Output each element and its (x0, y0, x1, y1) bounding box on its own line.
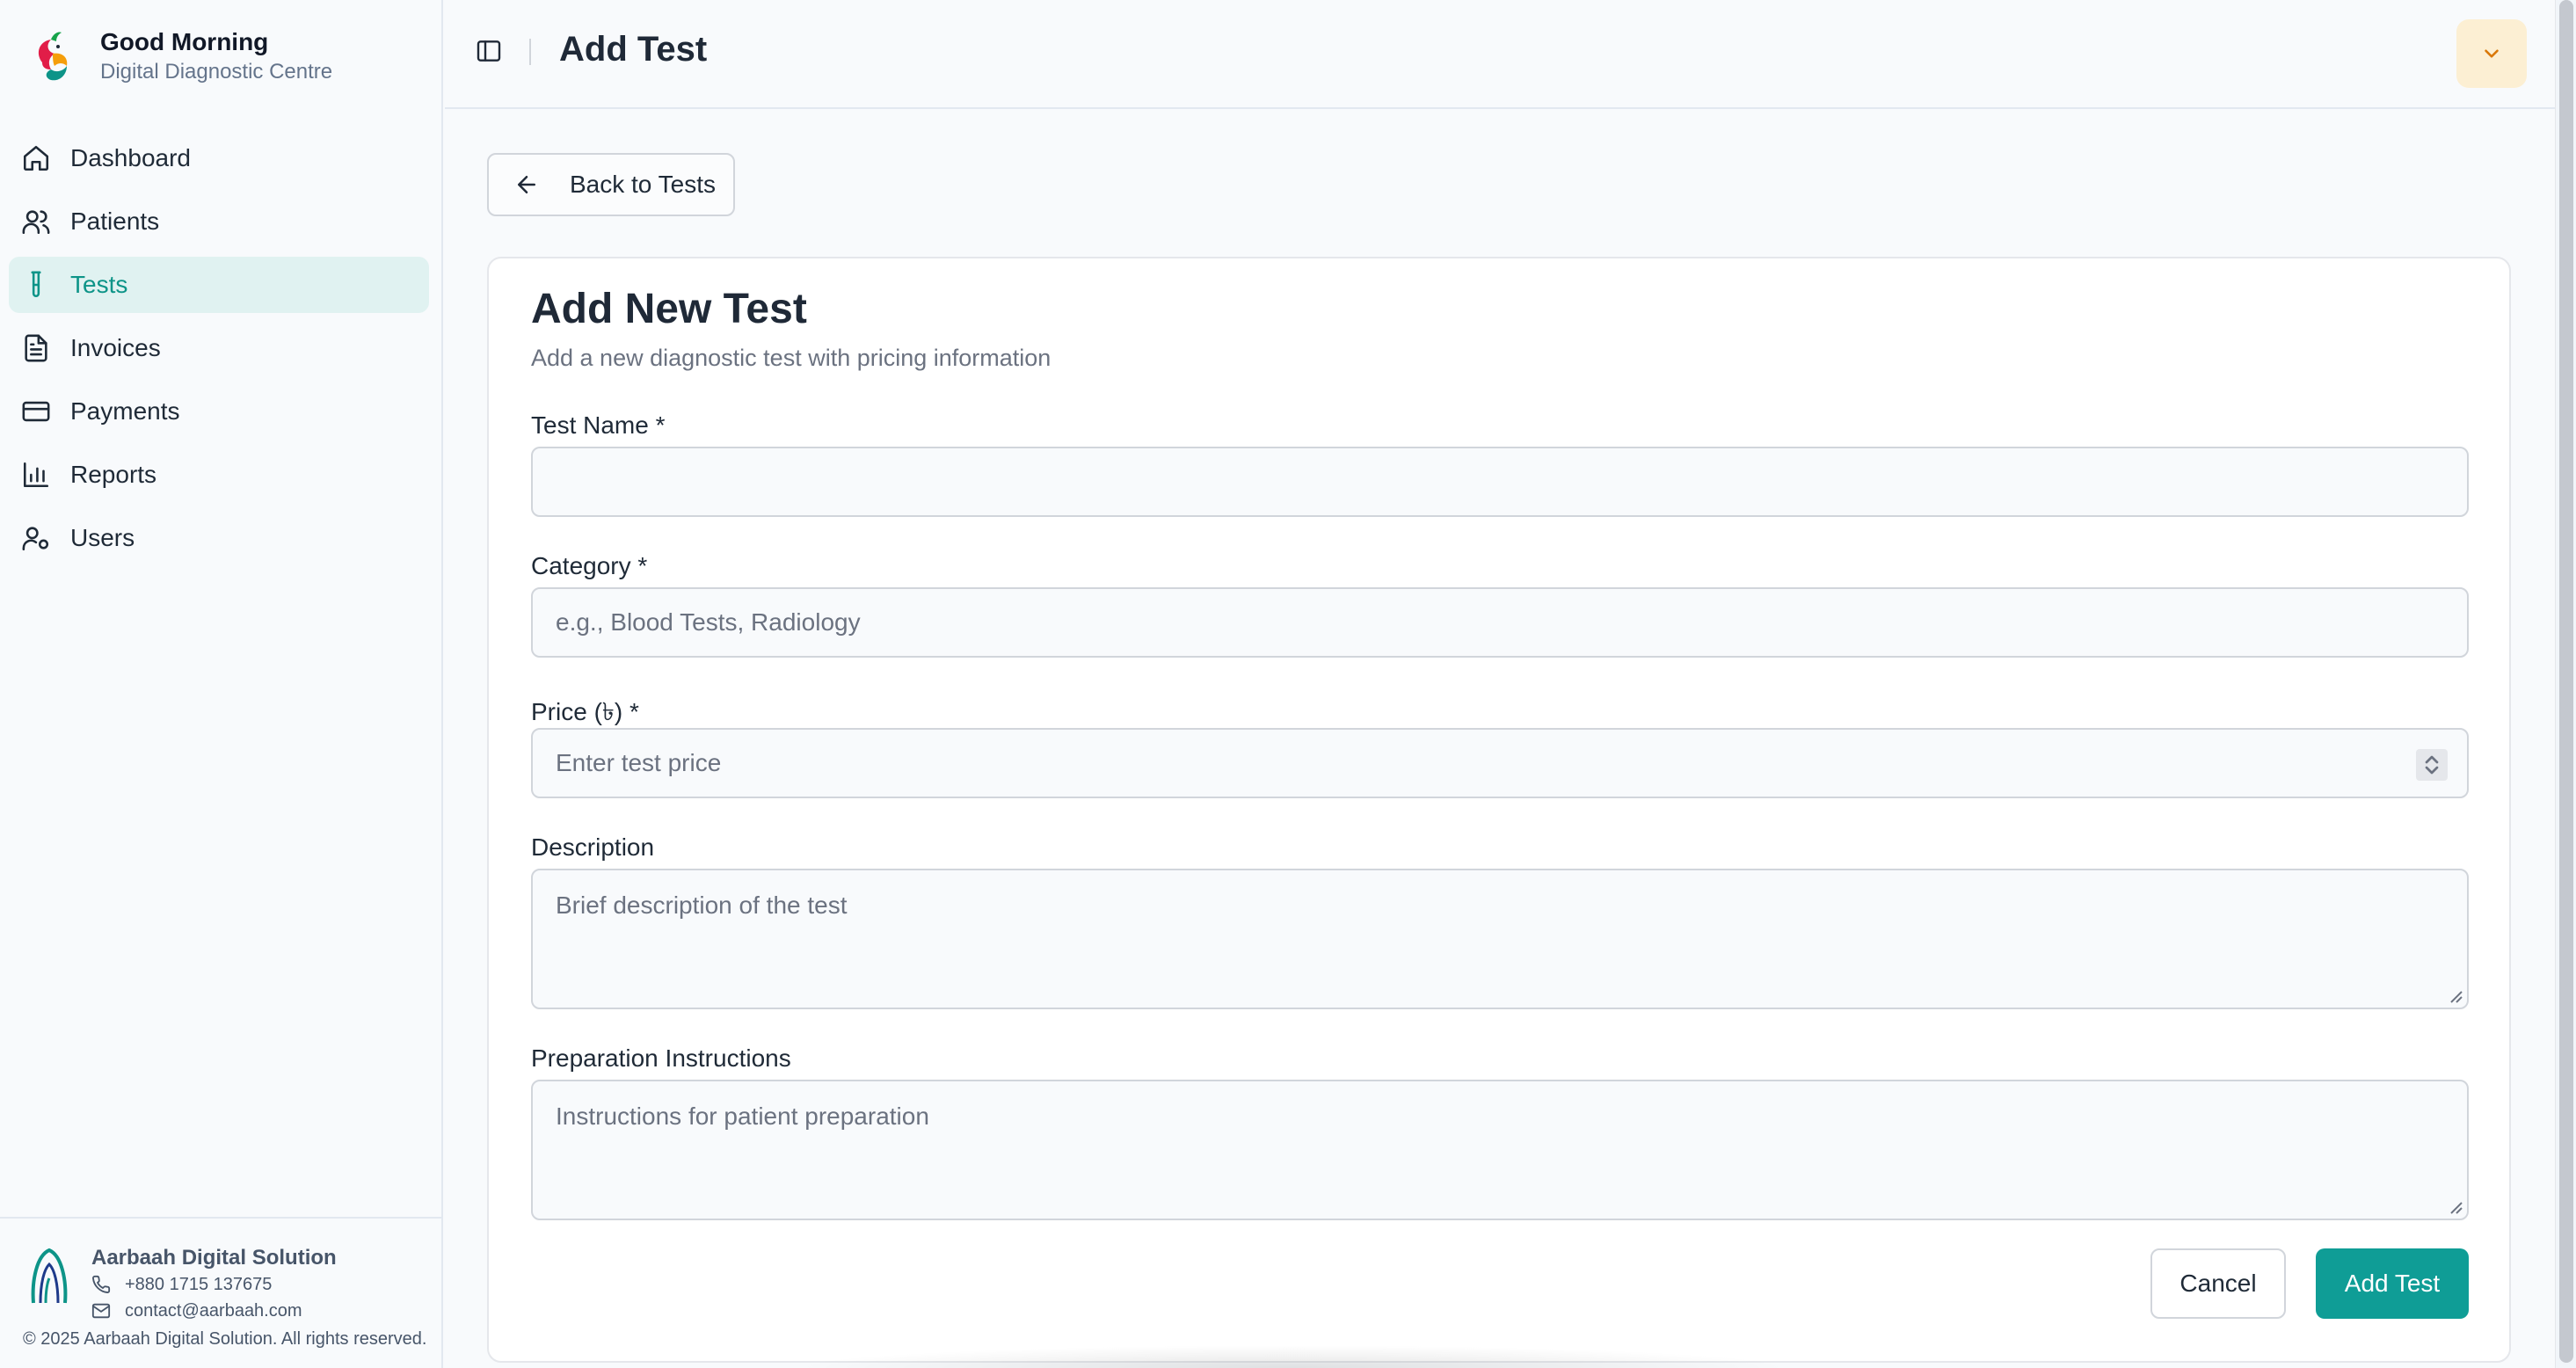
price-placeholder: Enter test price (556, 749, 722, 776)
sidebar-item-payments[interactable]: Payments (9, 383, 429, 440)
home-icon (23, 145, 49, 171)
page-scrollbar[interactable] (2555, 0, 2576, 1368)
org-name: Aarbaah Digital Solution (91, 1246, 337, 1270)
sidebar-item-label: Users (70, 524, 135, 551)
form-subtitle: Add a new diagnostic test with pricing i… (531, 345, 1052, 371)
org-phone-text: +880 1715 137675 (125, 1275, 273, 1294)
org-info: Aarbaah Digital Solution +880 1715 13767… (28, 1245, 337, 1324)
sidebar-item-users[interactable]: Users (9, 510, 429, 566)
user-cog-icon (22, 527, 49, 551)
org-logo-icon (31, 1248, 68, 1304)
sidebar: Good Morning Digital Diagnostic Centre D… (0, 0, 443, 1368)
cancel-button[interactable]: Cancel (2150, 1248, 2286, 1319)
preparation-label: Preparation Instructions (531, 1044, 791, 1072)
arrow-left-icon (518, 176, 535, 193)
sidebar-item-reports[interactable]: Reports (9, 447, 429, 503)
sidebar-item-invoices[interactable]: Invoices (9, 320, 429, 376)
description-placeholder: Brief description of the test (556, 891, 848, 919)
test-tube-icon (31, 271, 41, 297)
phone-icon (92, 1275, 111, 1293)
page-title: Add Test (559, 30, 708, 69)
category-placeholder: e.g., Blood Tests, Radiology (556, 608, 861, 636)
topbar: Add Test (445, 0, 2555, 109)
sidebar-item-tests[interactable]: Tests (9, 257, 429, 313)
org-email-text: contact@aarbaah.com (125, 1301, 302, 1321)
users-icon (22, 210, 50, 235)
chevron-up-down-icon (2425, 755, 2439, 775)
mail-icon (91, 1303, 111, 1319)
brand: Good Morning Digital Diagnostic Centre (26, 26, 332, 86)
price-stepper[interactable] (2416, 749, 2448, 781)
sidebar-item-dashboard[interactable]: Dashboard (9, 130, 429, 186)
sidebar-item-label: Tests (70, 271, 128, 298)
sidebar-item-label: Reports (70, 461, 157, 488)
test-name-label: Test Name * (531, 411, 666, 439)
sidebar-toggle-icon[interactable] (475, 37, 503, 65)
preparation-placeholder: Instructions for patient preparation (556, 1102, 929, 1130)
user-menu-button[interactable] (2456, 19, 2527, 88)
sidebar-item-label: Invoices (70, 334, 161, 361)
resize-handle-icon[interactable] (2444, 1196, 2463, 1215)
add-test-card: Add New Test Add a new diagnostic test w… (487, 257, 2511, 1363)
copyright: © 2025 Aarbaah Digital Solution. All rig… (23, 1329, 427, 1349)
scrollbar-thumb[interactable] (2559, 0, 2573, 1363)
divider (529, 39, 531, 65)
back-button-label: Back to Tests (570, 171, 717, 198)
price-input[interactable]: Enter test price (531, 728, 2469, 798)
bottom-shadow (791, 1345, 1794, 1368)
sidebar-item-label: Payments (70, 397, 180, 425)
test-name-input[interactable] (531, 447, 2469, 517)
credit-card-icon (22, 401, 50, 422)
sidebar-nav: Dashboard Patients Tests Invoices Paymen… (9, 130, 429, 573)
category-input[interactable]: e.g., Blood Tests, Radiology (531, 587, 2469, 658)
add-test-button[interactable]: Add Test (2316, 1248, 2469, 1319)
org-phone: +880 1715 137675 (91, 1271, 337, 1298)
category-label: Category * (531, 552, 648, 579)
preparation-textarea[interactable]: Instructions for patient preparation (531, 1080, 2469, 1220)
sidebar-item-label: Patients (70, 207, 160, 235)
sidebar-item-label: Dashboard (70, 144, 191, 171)
description-textarea[interactable]: Brief description of the test (531, 869, 2469, 1009)
file-text-icon (25, 334, 47, 362)
org-email: contact@aarbaah.com (91, 1298, 337, 1324)
chevron-down-icon (2485, 49, 2499, 58)
description-label: Description (531, 833, 655, 861)
bar-chart-icon (23, 462, 49, 488)
app-logo-icon (38, 32, 68, 81)
sidebar-item-patients[interactable]: Patients (9, 193, 429, 250)
back-to-tests-button[interactable]: Back to Tests (487, 153, 735, 216)
sidebar-footer: Aarbaah Digital Solution +880 1715 13767… (0, 1217, 443, 1368)
greeting-text: Good Morning (100, 28, 269, 55)
form-title: Add New Test (531, 286, 807, 332)
resize-handle-icon[interactable] (2444, 985, 2463, 1004)
centre-name: Digital Diagnostic Centre (100, 60, 333, 84)
